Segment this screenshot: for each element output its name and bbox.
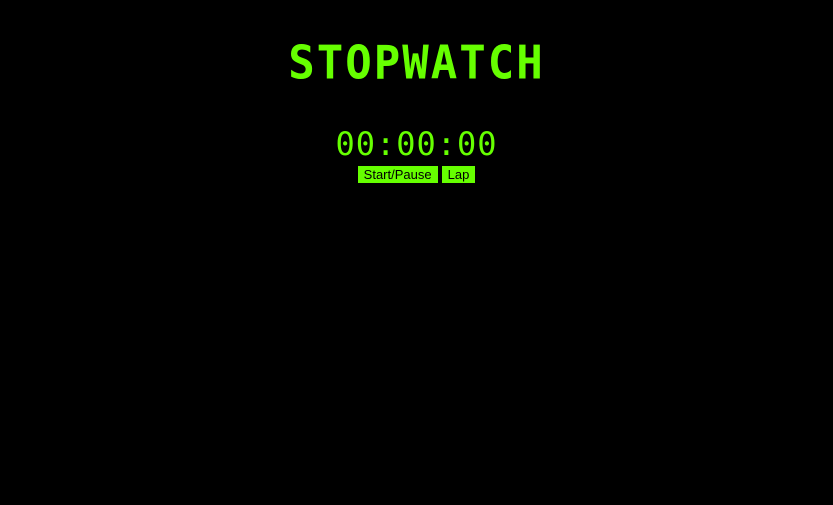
- controls-bar: Start/Pause Lap: [0, 166, 833, 183]
- lap-button[interactable]: Lap: [441, 166, 476, 183]
- app-title: STOPWATCH: [288, 36, 545, 91]
- start-pause-button[interactable]: Start/Pause: [357, 166, 438, 183]
- time-display: 00:00:00: [335, 125, 498, 163]
- stopwatch-page: STOPWATCH 00:00:00 Start/Pause Lap: [0, 0, 833, 505]
